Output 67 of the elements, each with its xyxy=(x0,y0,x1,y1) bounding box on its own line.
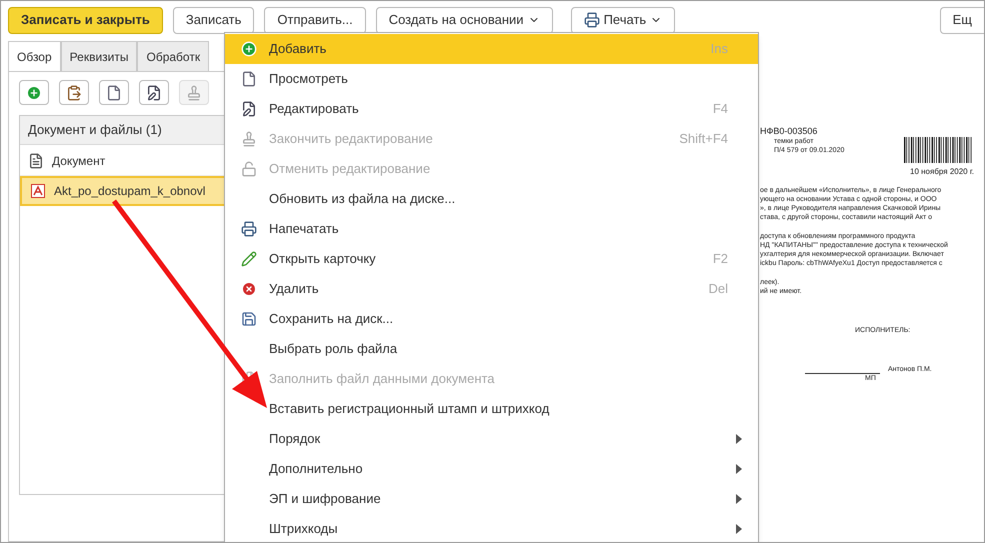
clipboard-icon xyxy=(66,84,82,100)
toolbar-button[interactable]: Отправить... xyxy=(264,6,366,34)
save-and-close-button[interactable]: Записать и закрыть xyxy=(8,6,163,34)
shortcut-label: F2 xyxy=(712,250,728,268)
menu-item[interactable]: ЭП и шифрование xyxy=(225,484,758,514)
menu-item[interactable]: Удалить Del xyxy=(225,274,758,304)
edit-document-icon xyxy=(241,101,257,117)
icon-button[interactable] xyxy=(139,80,169,105)
printer-icon xyxy=(241,221,257,237)
document-number: НФВ0-003506 xyxy=(760,125,818,137)
pencil-icon xyxy=(241,251,257,267)
save-icon xyxy=(241,311,257,327)
shortcut-label: Ins xyxy=(710,40,728,58)
unlock-icon xyxy=(241,161,257,177)
menu-item-label: Штрихкоды xyxy=(269,520,339,538)
menu-item-label: Отменить редактирование xyxy=(269,160,432,178)
tab[interactable]: Обработк xyxy=(137,41,210,72)
barcode-icon xyxy=(904,137,974,163)
pdf-icon xyxy=(30,183,46,199)
toolbar-button[interactable]: Ещ xyxy=(940,6,984,34)
shortcut-label: Del xyxy=(708,280,728,298)
document-date: 10 ноября 2020 г. xyxy=(910,167,974,176)
print-button[interactable]: Печать xyxy=(570,6,676,34)
menu-item[interactable]: Выбрать роль файла xyxy=(225,334,758,364)
create-based-on-button[interactable]: Создать на основании xyxy=(376,6,553,34)
menu-item-label: Дополнительно xyxy=(269,460,364,478)
menu-item-label: Обновить из файла на диске... xyxy=(269,190,456,208)
menu-item-label: Редактировать xyxy=(269,100,360,118)
stamp-icon xyxy=(241,131,257,147)
menu-item-label: Открыть карточку xyxy=(269,250,377,268)
menu-item-label: Вставить регистрационный штамп и штрихкод xyxy=(269,400,550,418)
menu-item[interactable]: Порядок xyxy=(225,424,758,454)
menu-item[interactable]: Добавить Ins xyxy=(225,34,758,64)
toolbar-button[interactable]: Записать xyxy=(172,6,254,34)
stamp-icon xyxy=(186,84,202,100)
menu-item[interactable]: Сохранить на диск... xyxy=(225,304,758,334)
delete-icon xyxy=(241,281,257,297)
menu-item[interactable]: Штрихкоды xyxy=(225,514,758,542)
printer-icon xyxy=(584,12,600,28)
menu-item[interactable]: Дополнительно xyxy=(225,454,758,484)
menu-item[interactable]: Вставить регистрационный штамп и штрихкод xyxy=(225,394,758,424)
menu-item-label: ЭП и шифрование xyxy=(269,490,382,508)
menu-item-label: Просмотреть xyxy=(269,70,349,88)
tab[interactable]: Обзор xyxy=(8,41,61,72)
menu-item[interactable]: Напечатать xyxy=(225,214,758,244)
add-icon xyxy=(26,84,42,100)
document-icon xyxy=(241,71,257,87)
file-name: Документ xyxy=(52,152,106,170)
menu-item-label: Заполнить файл данными документа xyxy=(269,370,496,388)
shortcut-label: F4 xyxy=(712,100,728,118)
file-name: Akt_po_dostupam_k_obnovl xyxy=(54,183,206,200)
document-icon xyxy=(28,152,44,168)
edit-document-icon xyxy=(146,84,162,100)
document-icon xyxy=(106,84,122,100)
add-icon xyxy=(241,41,257,57)
icon-button[interactable] xyxy=(59,80,89,105)
icon-button[interactable] xyxy=(99,80,129,105)
menu-item-label: Сохранить на диск... xyxy=(269,310,394,328)
menu-item-label: Удалить xyxy=(269,280,320,298)
menu-item[interactable]: Обновить из файла на диске... xyxy=(225,184,758,214)
tab[interactable]: Реквизиты xyxy=(60,41,138,72)
menu-item-label: Выбрать роль файла xyxy=(269,340,398,358)
menu-item[interactable]: Просмотреть xyxy=(225,64,758,94)
menu-item-label: Добавить xyxy=(269,40,328,58)
menu-item-label: Порядок xyxy=(269,430,322,448)
menu-item-label: Напечатать xyxy=(269,220,340,238)
menu-item[interactable]: Открыть карточку F2 xyxy=(225,244,758,274)
